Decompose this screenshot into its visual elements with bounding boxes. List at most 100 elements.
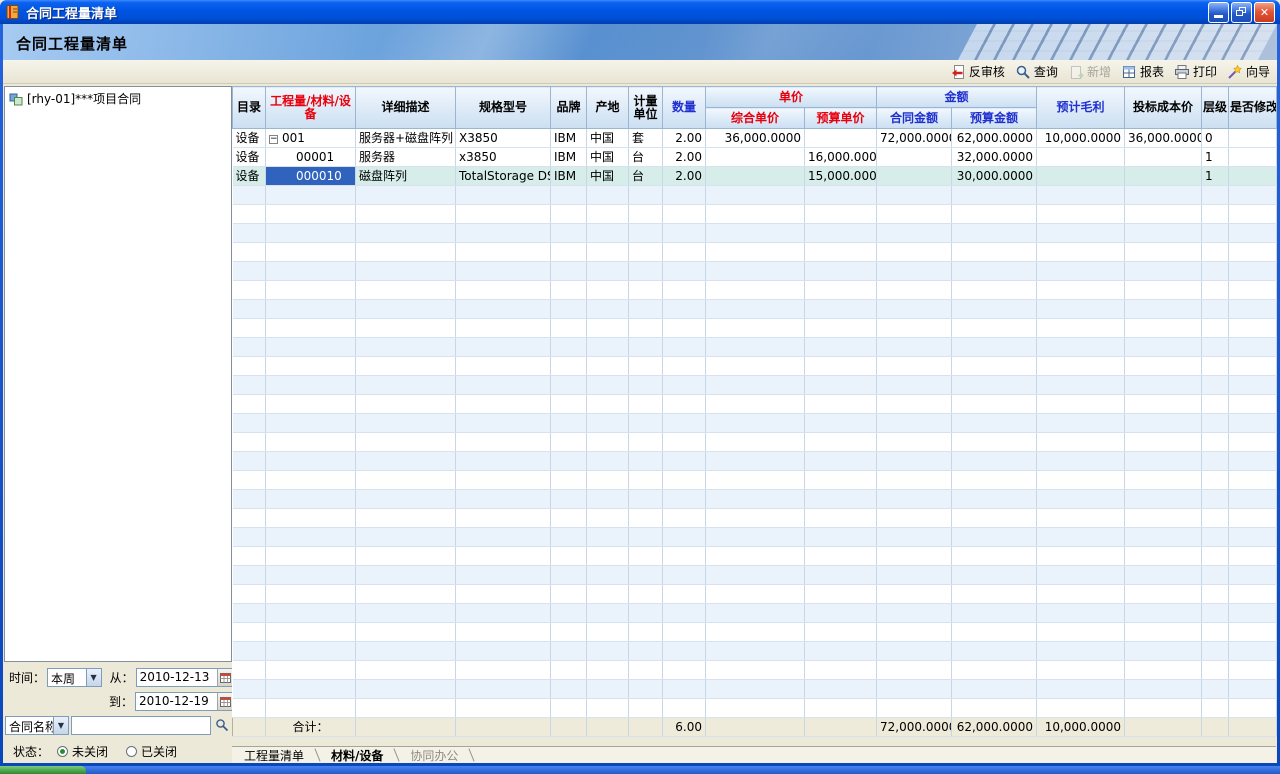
grid-cell[interactable]: 2.00 [663, 129, 706, 148]
grid-cell[interactable]: 设备 [233, 167, 266, 186]
grid-cell[interactable]: x3850 [456, 148, 551, 167]
grid-cell[interactable]: −001 [266, 129, 356, 148]
grid-footer: 合计： 6.00 72,000.0000 62,000.0000 10,000.… [233, 718, 1277, 737]
grid-cell[interactable]: 磁盘阵列 [356, 167, 456, 186]
column-header-composite-price[interactable]: 综合单价 [706, 108, 805, 129]
grid-cell[interactable]: 16,000.0000 [805, 148, 877, 167]
column-header-contract-amount[interactable]: 合同金额 [877, 108, 952, 129]
from-calendar-button[interactable] [217, 669, 232, 686]
grid-cell[interactable]: 36,000.0000 [1125, 129, 1202, 148]
grid-cell[interactable] [706, 167, 805, 186]
from-date-input[interactable] [137, 669, 216, 686]
grid-cell[interactable]: 72,000.0000 [877, 129, 952, 148]
grid-cell[interactable]: 10,000.0000 [1037, 129, 1125, 148]
minimize-button[interactable] [1208, 2, 1229, 23]
grid-cell[interactable]: 设备 [233, 129, 266, 148]
column-header-budget-price[interactable]: 预算单价 [805, 108, 877, 129]
empty-row [233, 224, 1277, 243]
column-header-bid-cost[interactable]: 投标成本价 [1125, 87, 1202, 129]
column-header-estimated-profit[interactable]: 预计毛利 [1037, 87, 1125, 129]
grid-cell[interactable]: 台 [629, 148, 663, 167]
column-header-unit[interactable]: 计量单位 [629, 87, 663, 129]
grid-cell[interactable]: TotalStorage DS3 [456, 167, 551, 186]
tab-collaboration[interactable]: 协同办公 [406, 747, 462, 764]
grid-cell[interactable] [1229, 148, 1277, 167]
grid-cell[interactable]: 2.00 [663, 167, 706, 186]
name-search-button[interactable] [213, 716, 231, 734]
grid-cell[interactable]: 32,000.0000 [952, 148, 1037, 167]
grid-cell[interactable]: 服务器+磁盘阵列 [356, 129, 456, 148]
print-button[interactable]: 打印 [1169, 61, 1222, 82]
restore-button[interactable] [1231, 2, 1252, 23]
time-range-select[interactable]: 本周 ▼ [47, 668, 102, 687]
wizard-button[interactable]: 向导 [1222, 61, 1275, 82]
column-header-spec-model[interactable]: 规格型号 [456, 87, 551, 129]
grid-cell[interactable]: X3850 [456, 129, 551, 148]
grid-cell[interactable] [1037, 148, 1125, 167]
window-title: 合同工程量清单 [26, 3, 1208, 22]
grid-cell[interactable]: 中国 [587, 148, 629, 167]
grid-cell[interactable]: 36,000.0000 [706, 129, 805, 148]
column-header-catalog[interactable]: 目录 [233, 87, 266, 129]
grid-cell[interactable] [1229, 167, 1277, 186]
column-header-budget-amount[interactable]: 预算金额 [952, 108, 1037, 129]
contract-name-input[interactable] [71, 716, 211, 735]
column-header-item-code[interactable]: 工程量/材料/设备 [266, 87, 356, 129]
start-button[interactable] [0, 766, 86, 774]
empty-row [233, 547, 1277, 566]
grid-cell[interactable]: 30,000.0000 [952, 167, 1037, 186]
tree-item-contract[interactable]: [rhy-01]***项目合同 [5, 87, 231, 110]
grid-cell[interactable]: 0 [1202, 129, 1229, 148]
tab-divider [469, 748, 475, 761]
grid-cell[interactable]: 62,000.0000 [952, 129, 1037, 148]
tab-material-equipment[interactable]: 材料/设备 [327, 747, 387, 764]
column-header-description[interactable]: 详细描述 [356, 87, 456, 129]
contract-name-select[interactable]: 合同名称 ▼ [5, 716, 69, 735]
wizard-label: 向导 [1246, 63, 1270, 80]
unaudit-button[interactable]: 反审核 [945, 61, 1010, 82]
column-header-quantity[interactable]: 数量 [663, 87, 706, 129]
grid-cell[interactable]: IBM [551, 148, 587, 167]
radio-closed[interactable]: 已关闭 [126, 743, 177, 760]
chevron-down-icon[interactable]: ▼ [53, 717, 68, 734]
grid-cell[interactable] [1037, 167, 1125, 186]
grid-cell[interactable] [877, 167, 952, 186]
column-header-modified[interactable]: 是否修改 [1229, 87, 1277, 129]
grid-cell[interactable]: 000010 [266, 167, 356, 186]
grid-cell[interactable]: IBM [551, 167, 587, 186]
query-button[interactable]: 查询 [1010, 61, 1063, 82]
grid-cell[interactable]: 中国 [587, 167, 629, 186]
tab-quantity-list[interactable]: 工程量清单 [240, 747, 308, 764]
grid-cell[interactable]: 套 [629, 129, 663, 148]
grid-cell[interactable]: IBM [551, 129, 587, 148]
grid-cell[interactable]: 2.00 [663, 148, 706, 167]
grid-cell[interactable]: 1 [1202, 167, 1229, 186]
grid-cell[interactable]: 设备 [233, 148, 266, 167]
grid-cell[interactable]: 15,000.0000 [805, 167, 877, 186]
grid-cell[interactable]: 台 [629, 167, 663, 186]
grid-cell[interactable] [1125, 148, 1202, 167]
grid-cell[interactable]: 服务器 [356, 148, 456, 167]
grid-cell[interactable] [1125, 167, 1202, 186]
grid-cell[interactable]: 00001 [266, 148, 356, 167]
grid-cell[interactable]: 中国 [587, 129, 629, 148]
grid-cell[interactable] [706, 148, 805, 167]
new-button[interactable]: 新增 [1063, 61, 1116, 82]
tree-collapse-icon[interactable]: − [269, 135, 278, 144]
column-header-origin[interactable]: 产地 [587, 87, 629, 129]
close-button[interactable]: ✕ [1254, 2, 1275, 23]
chevron-down-icon[interactable]: ▼ [86, 669, 101, 686]
to-date-input[interactable] [136, 693, 216, 710]
radio-not-closed[interactable]: 未关闭 [57, 743, 108, 760]
grid-cell[interactable] [877, 148, 952, 167]
column-group-unit-price[interactable]: 单价 [706, 87, 877, 108]
report-button[interactable]: 报表 [1116, 61, 1169, 82]
column-group-amount[interactable]: 金额 [877, 87, 1037, 108]
empty-row [233, 262, 1277, 281]
grid-cell[interactable] [1229, 129, 1277, 148]
to-calendar-button[interactable] [217, 693, 232, 710]
grid-cell[interactable] [805, 129, 877, 148]
grid-cell[interactable]: 1 [1202, 148, 1229, 167]
column-header-brand[interactable]: 品牌 [551, 87, 587, 129]
column-header-level[interactable]: 层级 [1202, 87, 1229, 129]
